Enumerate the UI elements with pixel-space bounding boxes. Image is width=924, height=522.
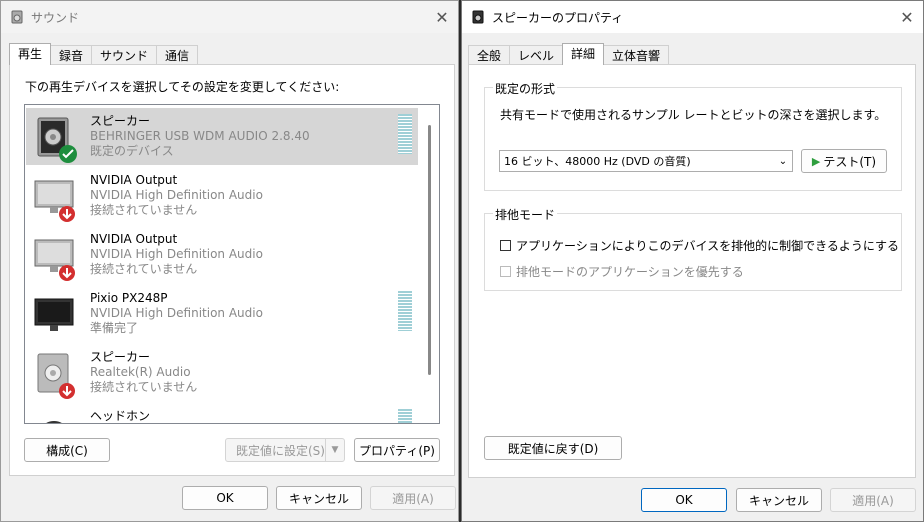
properties-tabs: 全般 レベル 詳細 立体音響 [468, 43, 670, 65]
device-item[interactable]: スピーカー Realtek(R) Audio 接続されていません [26, 344, 418, 401]
default-check-icon [58, 144, 78, 167]
play-icon: ▶ [811, 154, 821, 168]
device-list[interactable]: スピーカー BEHRINGER USB WDM AUDIO 2.8.40 既定の… [24, 104, 440, 424]
checkbox-box[interactable] [500, 240, 511, 251]
device-name: スピーカー [90, 350, 151, 364]
sound-titlebar: サウンド ✕ [1, 1, 458, 33]
device-name: スピーカー [90, 114, 151, 128]
speaker-app-icon [470, 9, 486, 25]
disconnected-arrow-icon [58, 205, 76, 226]
test-button[interactable]: ▶ テスト(T) [801, 149, 887, 173]
volume-meter [398, 409, 412, 423]
sound-window: サウンド ✕ 再生 録音 サウンド 通信 下の再生デバイスを選択してその設定を変… [0, 0, 459, 522]
tab-advanced[interactable]: 詳細 [562, 43, 605, 65]
device-driver: NVIDIA High Definition Audio [90, 188, 263, 202]
checkbox-label: アプリケーションによりこのデバイスを排他的に制御できるようにする [516, 239, 900, 253]
tab-communications[interactable]: 通信 [156, 45, 199, 65]
headphones-icon [32, 409, 80, 423]
device-name: NVIDIA Output [90, 173, 178, 187]
restore-defaults-button[interactable]: 既定値に戻す(D) [484, 436, 622, 460]
device-driver: Realtek(R) Audio [90, 365, 191, 379]
close-icon[interactable]: ✕ [891, 1, 923, 33]
properties-titlebar: スピーカーのプロパティ ✕ [462, 1, 923, 33]
device-driver: BEHRINGER USB WDM AUDIO 2.8.40 [90, 129, 310, 143]
window-title: スピーカーのプロパティ [492, 10, 624, 25]
close-icon[interactable]: ✕ [426, 1, 458, 33]
disconnected-arrow-icon [58, 382, 76, 403]
window-title: サウンド [31, 10, 80, 25]
tab-levels[interactable]: レベル [509, 45, 564, 65]
sound-tabs: 再生 録音 サウンド 通信 [9, 43, 199, 65]
tab-spatial-sound[interactable]: 立体音響 [603, 45, 670, 65]
properties-button[interactable]: プロパティ(P) [354, 438, 440, 462]
speaker-app-icon [9, 9, 25, 25]
device-status: 準備完了 [90, 321, 139, 335]
tab-general[interactable]: 全般 [468, 45, 511, 65]
group-title: 排他モード [493, 206, 558, 223]
test-label: テスト(T) [823, 154, 877, 169]
device-item[interactable]: NVIDIA Output NVIDIA High Definition Aud… [26, 167, 418, 224]
apply-button[interactable]: 適用(A) [830, 488, 916, 512]
allow-exclusive-checkbox[interactable]: アプリケーションによりこのデバイスを排他的に制御できるようにする [500, 237, 899, 254]
default-format-group: 既定の形式 共有モードで使用されるサンプル レートとビットの深さを選択します。 [484, 80, 902, 191]
chevron-down-icon: ⌄ [778, 155, 788, 167]
cancel-button[interactable]: キャンセル [736, 488, 822, 512]
format-select[interactable]: 16 ビット、48000 Hz (DVD の音質) ⌄ [499, 150, 793, 172]
instruction-text: 下の再生デバイスを選択してその設定を変更してください: [25, 80, 340, 94]
tab-playback[interactable]: 再生 [9, 43, 52, 65]
device-status: 既定のデバイス [90, 144, 174, 158]
format-select-value: 16 ビット、48000 Hz (DVD の音質) [504, 155, 691, 168]
ok-button[interactable]: OK [182, 486, 268, 510]
volume-meter [398, 291, 412, 331]
cancel-button[interactable]: キャンセル [276, 486, 362, 510]
format-description: 共有モードで使用されるサンプル レートとビットの深さを選択します。 [500, 108, 887, 122]
apply-button[interactable]: 適用(A) [370, 486, 456, 510]
checkbox-box[interactable] [500, 266, 511, 277]
monitor-icon [32, 291, 80, 339]
tab-recording[interactable]: 録音 [50, 45, 93, 65]
device-item[interactable]: スピーカー BEHRINGER USB WDM AUDIO 2.8.40 既定の… [26, 108, 418, 165]
device-list-scrollbar[interactable] [419, 105, 439, 423]
ok-button[interactable]: OK [641, 488, 727, 512]
exclusive-priority-checkbox[interactable]: 排他モードのアプリケーションを優先する [500, 263, 744, 280]
device-status: 接続されていません [90, 262, 198, 276]
device-name: ヘッドホン [90, 409, 151, 423]
device-driver: NVIDIA High Definition Audio [90, 247, 263, 261]
tab-sounds[interactable]: サウンド [91, 45, 158, 65]
disconnected-arrow-icon [58, 264, 76, 285]
set-default-button[interactable]: 既定値に設定(S) ▼ [225, 438, 345, 462]
volume-meter [398, 114, 412, 154]
device-item[interactable]: ヘッドホン [26, 403, 418, 423]
device-item[interactable]: NVIDIA Output NVIDIA High Definition Aud… [26, 226, 418, 283]
device-status: 接続されていません [90, 380, 198, 394]
group-title: 既定の形式 [493, 80, 558, 97]
device-item[interactable]: Pixio PX248P NVIDIA High Definition Audi… [26, 285, 418, 342]
scrollbar-thumb[interactable] [428, 125, 431, 375]
device-driver: NVIDIA High Definition Audio [90, 306, 263, 320]
device-name: NVIDIA Output [90, 232, 178, 246]
device-name: Pixio PX248P [90, 291, 168, 305]
device-status: 接続されていません [90, 203, 198, 217]
set-default-label: 既定値に設定(S) [236, 443, 325, 458]
chevron-down-icon[interactable]: ▼ [325, 439, 344, 461]
configure-button[interactable]: 構成(C) [24, 438, 110, 462]
checkbox-label: 排他モードのアプリケーションを優先する [516, 265, 744, 279]
speaker-properties-window: スピーカーのプロパティ ✕ 全般 レベル 詳細 立体音響 既定の形式 共有モード… [461, 0, 924, 522]
